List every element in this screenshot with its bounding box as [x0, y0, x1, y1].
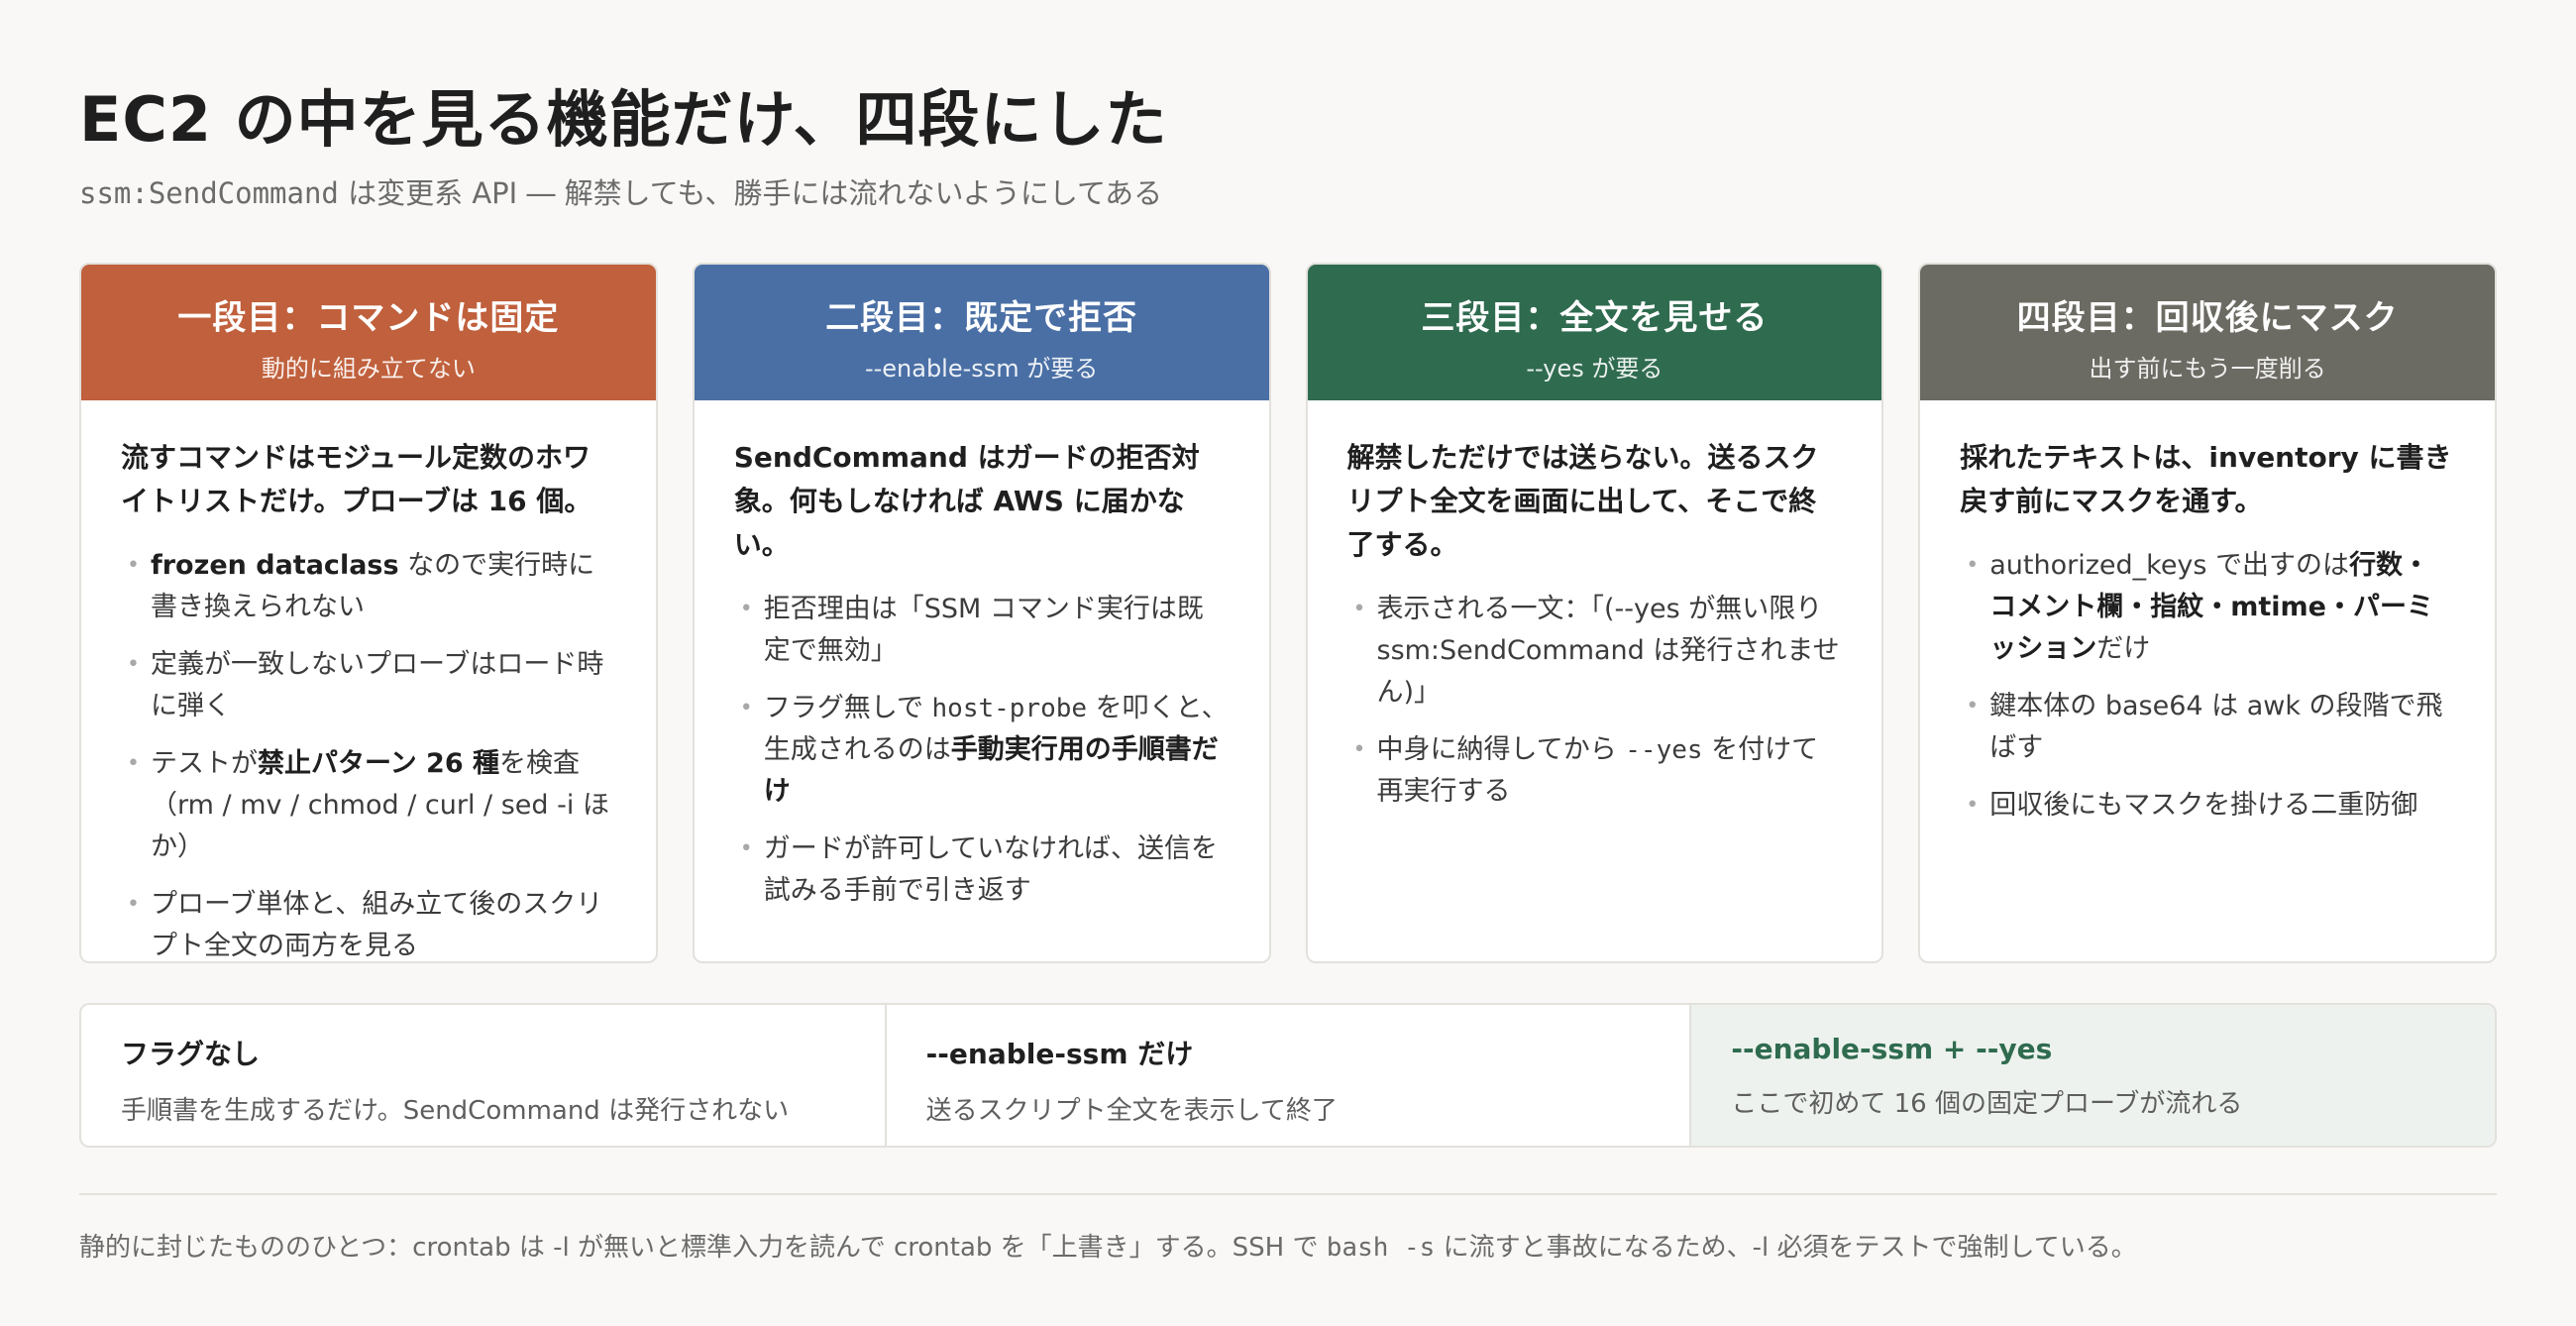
list-item: 拒否理由は「SSM コマンド実行は既定で無効」 [734, 589, 1230, 672]
stage-card-3: 三段目：全文を見せる --yes が要る 解禁しただけでは送らない。送るスクリプ… [1305, 263, 1884, 963]
stage-card-header: 四段目：回収後にマスク 出す前にもう一度削る [1920, 265, 2495, 400]
stage-card-items: frozen dataclass なので実行時に書き換えられない 定義が一致しな… [121, 545, 616, 961]
stage-card-header: 二段目：既定で拒否 --enable-ssm が要る [694, 265, 1269, 400]
footnote-text: 静的に封じたもののひとつ：crontab は -l が無いと標準入力を読んで c… [79, 1233, 1327, 1263]
stage-card-body: 採れたテキストは、inventory に書き戻す前にマスクを通す。 author… [1920, 400, 2495, 827]
list-item: 表示される一文：「(--yes が無い限り ssm:SendCommand は発… [1347, 589, 1843, 714]
flag-modes-table: フラグなし 手順書を生成するだけ。SendCommand は発行されない --e… [79, 1003, 2497, 1148]
footnote: 静的に封じたもののひとつ：crontab は -l が無いと標準入力を読んで c… [79, 1227, 2137, 1264]
flag-mode-desc: 送るスクリプト全文を表示して終了 [925, 1096, 1338, 1126]
stage-cards: 一段目：コマンドは固定 動的に組み立てない 流すコマンドはモジュール定数のホワイ… [79, 263, 2497, 963]
item-text: ガードが許可していなければ、送信を試みる手前で引き返す [763, 833, 1218, 906]
item-text: 定義が一致しないプローブはロード時に弾く [151, 649, 604, 721]
stage-card-title: 四段目：回収後にマスク [2016, 298, 2399, 338]
item-code: host-probe [931, 694, 1088, 723]
list-item: プローブ単体と、組み立て後のスクリプト全文の両方を見る [121, 884, 616, 961]
item-text: 拒否理由は「SSM コマンド実行は既定で無効」 [763, 594, 1204, 666]
page: EC2 の中を見る機能だけ、四段にした ssm:SendCommand は変更系… [0, 0, 2576, 1326]
list-item: authorized_keys で出すのは行数・コメント欄・指紋・mtime・パ… [1960, 545, 2455, 670]
flag-mode-title: フラグなし [121, 1038, 261, 1070]
list-item: 回収後にもマスクを掛ける二重防御 [1960, 785, 2455, 827]
stage-card-title: 三段目：全文を見せる [1421, 298, 1769, 338]
flag-mode-title: --enable-ssm + --yes [1731, 1033, 2053, 1065]
stage-card-header: 三段目：全文を見せる --yes が要る [1307, 265, 1882, 400]
item-text: テストが [151, 748, 258, 779]
stage-card-body: SendCommand はガードの拒否対象。何もしなければ AWS に届かない。… [695, 400, 1269, 912]
stage-card-lead: 流すコマンドはモジュール定数のホワイトリストだけ。プローブは 16 個。 [121, 441, 592, 517]
flag-mode-desc: 手順書を生成するだけ。SendCommand は発行されない [121, 1096, 790, 1126]
stage-card-1: 一段目：コマンドは固定 動的に組み立てない 流すコマンドはモジュール定数のホワイ… [79, 263, 658, 963]
subtitle-text: は変更系 API ― 解禁しても、勝手には流れないようにしてある [338, 176, 1163, 210]
divider [79, 1193, 2497, 1195]
stage-card-body: 解禁しただけでは送らない。送るスクリプト全文を画面に出して、そこで終了する。 表… [1308, 400, 1882, 813]
stage-card-subtitle: 出す前にもう一度削る [2089, 355, 2326, 383]
item-text: フラグ無しで [763, 693, 932, 723]
flag-mode-none: フラグなし 手順書を生成するだけ。SendCommand は発行されない [81, 1005, 885, 1146]
item-bold: 禁止パターン 26 種 [258, 748, 500, 779]
stage-card-items: authorized_keys で出すのは行数・コメント欄・指紋・mtime・パ… [1960, 545, 2455, 827]
stage-card-title: 二段目：既定で拒否 [825, 298, 1138, 338]
subtitle-code: ssm:SendCommand [79, 176, 339, 210]
stage-card-lead: 解禁しただけでは送らない。送るスクリプト全文を画面に出して、そこで終了する。 [1346, 441, 1819, 561]
stage-card-lead: SendCommand はガードの拒否対象。何もしなければ AWS に届かない。 [733, 441, 1200, 561]
stage-card-4: 四段目：回収後にマスク 出す前にもう一度削る 採れたテキストは、inventor… [1918, 263, 2497, 963]
stage-card-subtitle: --yes が要る [1526, 355, 1664, 383]
item-code: --yes [1625, 735, 1703, 765]
stage-card-items: 表示される一文：「(--yes が無い限り ssm:SendCommand は発… [1347, 589, 1843, 813]
flag-mode-enable-ssm: --enable-ssm だけ 送るスクリプト全文を表示して終了 [884, 1005, 1690, 1146]
flag-mode-title: --enable-ssm だけ [925, 1038, 1194, 1070]
list-item: ガードが許可していなければ、送信を試みる手前で引き返す [734, 829, 1230, 912]
stage-card-subtitle: --enable-ssm が要る [864, 355, 1099, 383]
stage-card-2: 二段目：既定で拒否 --enable-ssm が要る SendCommand は… [692, 263, 1271, 963]
stage-card-header: 一段目：コマンドは固定 動的に組み立てない [81, 265, 656, 400]
flag-mode-desc: ここで初めて 16 個の固定プローブが流れる [1731, 1089, 2243, 1119]
list-item: 定義が一致しないプローブはロード時に弾く [121, 644, 616, 727]
stage-card-subtitle: 動的に組み立てない [261, 355, 476, 383]
list-item: 鍵本体の base64 は awk の段階で飛ばす [1960, 686, 2455, 769]
item-text: 鍵本体の base64 は awk の段階で飛ばす [1989, 691, 2443, 763]
flag-mode-enable-ssm-yes: --enable-ssm + --yes ここで初めて 16 個の固定プローブが… [1689, 1005, 2495, 1146]
stage-card-items: 拒否理由は「SSM コマンド実行は既定で無効」 フラグ無しで host-prob… [734, 589, 1230, 912]
stage-card-title: 一段目：コマンドは固定 [177, 298, 560, 338]
item-text: プローブ単体と、組み立て後のスクリプト全文の両方を見る [151, 889, 603, 961]
footnote-text: に流すと事故になるため、-l 必須をテストで強制している。 [1435, 1233, 2137, 1263]
page-title: EC2 の中を見る機能だけ、四段にした [79, 83, 1168, 156]
item-text: 回収後にもマスクを掛ける二重防御 [1989, 790, 2418, 821]
item-bold: frozen dataclass [151, 550, 399, 581]
stage-card-body: 流すコマンドはモジュール定数のホワイトリストだけ。プローブは 16 個。 fro… [81, 400, 656, 961]
item-text: authorized_keys で出すのは [1989, 550, 2350, 581]
list-item: フラグ無しで host-probe を叩くと、生成されるのは手動実行用の手順書だ… [734, 688, 1230, 813]
page-subtitle: ssm:SendCommand は変更系 API ― 解禁しても、勝手には流れな… [79, 170, 1162, 212]
footnote-code: bash -s [1326, 1233, 1436, 1263]
stage-card-lead: 採れたテキストは、inventory に書き戻す前にマスクを通す。 [1960, 441, 2452, 517]
list-item: テストが禁止パターン 26 種を検査（rm / mv / chmod / cur… [121, 743, 616, 868]
item-text: 中身に納得してから [1376, 734, 1626, 765]
list-item: 中身に納得してから --yes を付けて再実行する [1347, 729, 1843, 813]
item-text: だけ [2096, 633, 2151, 664]
item-text: 表示される一文：「(--yes が無い限り ssm:SendCommand は発… [1376, 594, 1840, 708]
list-item: frozen dataclass なので実行時に書き換えられない [121, 545, 616, 628]
